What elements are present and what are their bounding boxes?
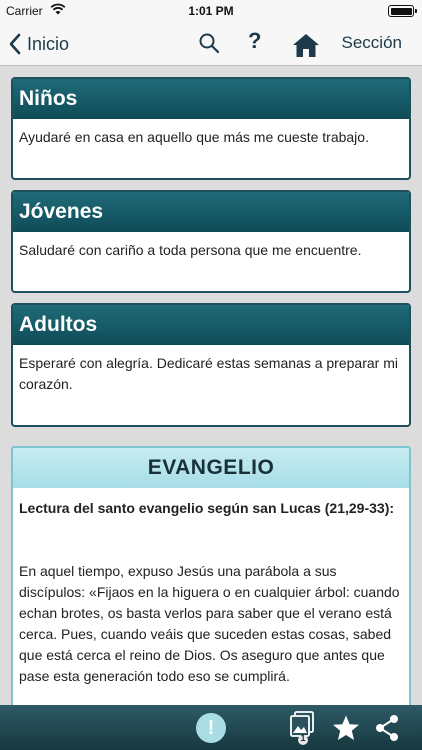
alert-button[interactable]: ! [196, 713, 226, 743]
back-label: Inicio [27, 33, 70, 54]
chevron-left-icon [9, 33, 21, 55]
gospel-title: EVANGELIO [13, 448, 409, 488]
card-jovenes: Jóvenes Saludaré con cariño a toda perso… [11, 190, 411, 293]
home-icon[interactable] [292, 32, 320, 58]
gospel-card: EVANGELIO Lectura del santo evangelio se… [11, 446, 411, 705]
card-text: Esperaré con alegría. Dedicaré estas sem… [19, 355, 398, 392]
card-adultos: Adultos Esperaré con alegría. Dedicaré e… [11, 303, 411, 427]
card-text: Ayudaré en casa en aquello que más me cu… [19, 129, 369, 145]
gospel-text: En aquel tiempo, expuso Jesús una parábo… [19, 563, 400, 684]
card-text: Saludaré con cariño a toda persona que m… [19, 242, 362, 258]
star-icon[interactable] [332, 714, 360, 742]
gallery-count-badge: 1 [300, 733, 306, 743]
share-icon[interactable] [374, 714, 400, 742]
exclamation-icon: ! [207, 717, 215, 739]
search-icon[interactable] [198, 32, 220, 54]
bottom-toolbar: ! 1 [0, 705, 422, 750]
card-ninos: Niños Ayudaré en casa en aquello que más… [11, 77, 411, 180]
card-title: Adultos [13, 305, 409, 345]
card-title: Niños [13, 79, 409, 119]
navigation-bar: Inicio ? Sección [0, 22, 422, 66]
status-bar: Carrier 1:01 PM [0, 0, 422, 22]
back-button[interactable]: Inicio [8, 30, 69, 58]
help-button[interactable]: ? [248, 28, 261, 54]
card-title: Jóvenes [13, 192, 409, 232]
content-area[interactable]: Niños Ayudaré en casa en aquello que más… [0, 67, 422, 705]
gospel-reading-reference: Lectura del santo evangelio según san Lu… [19, 500, 395, 516]
gallery-button[interactable]: 1 [290, 711, 316, 745]
section-button[interactable]: Sección [342, 33, 402, 53]
battery-icon [388, 5, 417, 17]
status-time: 1:01 PM [188, 4, 234, 18]
